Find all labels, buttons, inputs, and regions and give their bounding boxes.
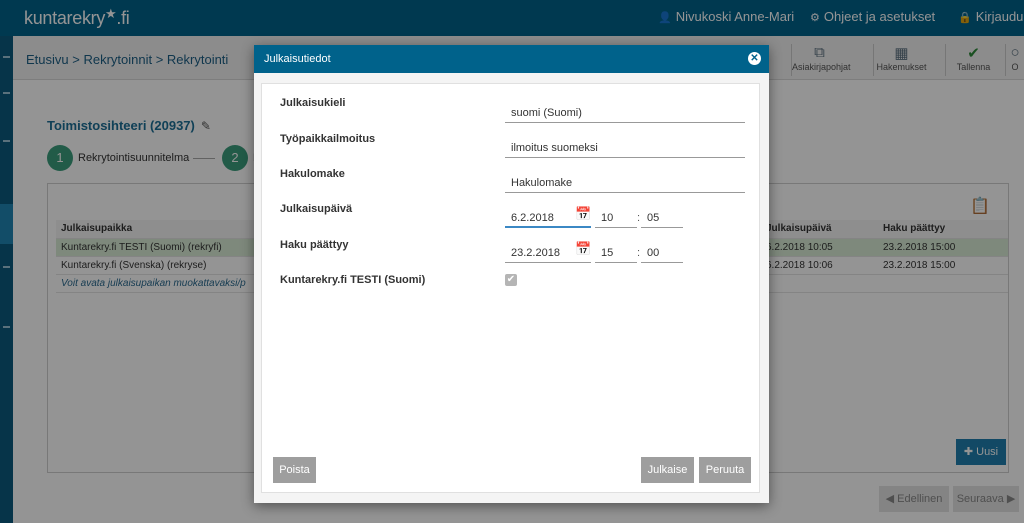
time-separator: : bbox=[637, 212, 641, 224]
cancel-button[interactable]: Peruuta bbox=[699, 457, 751, 483]
publication-details-dialog: Julkaisutiedot ✕ Julkaisukieli Työpaikka… bbox=[254, 45, 769, 503]
application-form-label: Hakulomake bbox=[280, 168, 345, 180]
job-ad-select[interactable] bbox=[505, 133, 745, 158]
time-separator: : bbox=[637, 247, 641, 259]
publish-minute-input[interactable] bbox=[641, 203, 683, 228]
dialog-header: Julkaisutiedot ✕ bbox=[254, 45, 769, 73]
publish-button[interactable]: Julkaise bbox=[641, 457, 694, 483]
channel-checkbox[interactable]: ✔ bbox=[505, 274, 517, 286]
calendar-icon[interactable]: 📅 bbox=[575, 206, 591, 222]
language-label: Julkaisukieli bbox=[280, 97, 346, 109]
end-date-label: Haku päättyy bbox=[280, 239, 349, 251]
calendar-icon[interactable]: 📅 bbox=[575, 241, 591, 257]
dialog-body: Julkaisukieli Työpaikkailmoitus Hakuloma… bbox=[261, 83, 760, 493]
channel-label: Kuntarekry.fi TESTI (Suomi) bbox=[280, 274, 426, 286]
language-select[interactable] bbox=[505, 98, 745, 123]
close-icon[interactable]: ✕ bbox=[748, 52, 761, 65]
delete-button[interactable]: Poista bbox=[273, 457, 316, 483]
publish-date-label: Julkaisupäivä bbox=[280, 203, 353, 215]
application-form-select[interactable] bbox=[505, 168, 745, 193]
check-icon: ✔ bbox=[506, 274, 516, 285]
publish-hour-input[interactable] bbox=[595, 203, 637, 228]
job-ad-label: Työpaikkailmoitus bbox=[280, 133, 376, 145]
dialog-title: Julkaisutiedot bbox=[264, 53, 331, 65]
end-minute-input[interactable] bbox=[641, 238, 683, 263]
end-hour-input[interactable] bbox=[595, 238, 637, 263]
